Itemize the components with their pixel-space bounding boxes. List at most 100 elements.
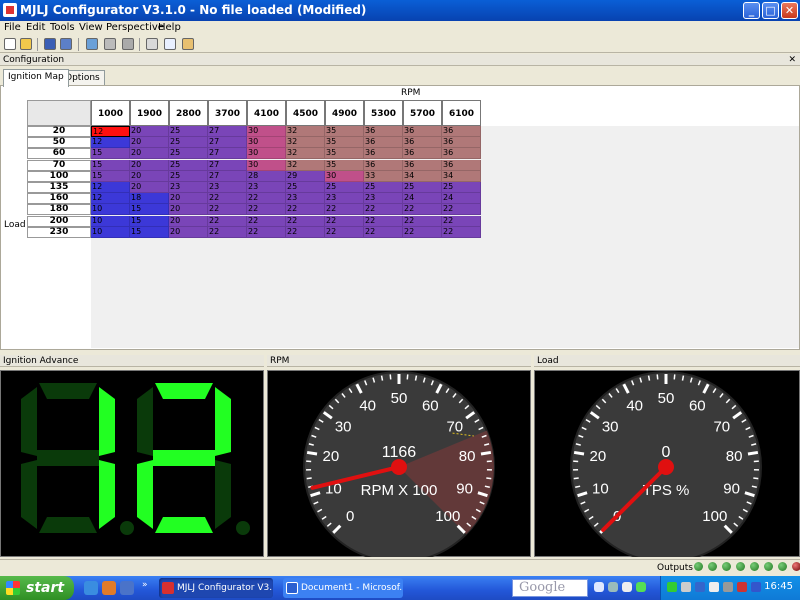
map-cell[interactable]: 22 [403, 215, 442, 227]
new-file-icon[interactable] [4, 38, 16, 50]
quick-launch-messenger-icon[interactable] [120, 581, 134, 595]
map-cell[interactable]: 12 [91, 137, 130, 149]
tray-icon[interactable] [695, 582, 705, 592]
map-cell[interactable]: 27 [208, 170, 247, 182]
menu-tools[interactable]: Tools [50, 22, 75, 33]
minimize-button[interactable]: _ [743, 2, 760, 19]
close-button[interactable]: ✕ [781, 2, 798, 19]
tray-icon[interactable] [751, 582, 761, 592]
row-header-load-100[interactable]: 100 [27, 170, 91, 182]
map-cell[interactable]: 35 [325, 159, 364, 171]
map-cell[interactable]: 10 [91, 215, 130, 227]
desktop-icon[interactable] [608, 582, 618, 592]
menu-view[interactable]: View [79, 22, 103, 33]
map-cell[interactable]: 25 [325, 182, 364, 193]
map-cell[interactable]: 27 [208, 137, 247, 149]
map-cell[interactable]: 36 [364, 159, 403, 171]
map-cell[interactable]: 36 [364, 148, 403, 160]
save-all-icon[interactable] [60, 38, 72, 50]
map-cell[interactable]: 36 [442, 137, 481, 149]
map-cell[interactable]: 36 [403, 159, 442, 171]
map-cell[interactable]: 22 [442, 204, 481, 216]
map-cell[interactable]: 25 [169, 137, 208, 149]
map-cell[interactable]: 23 [364, 193, 403, 205]
map-cell[interactable]: 15 [91, 170, 130, 182]
map-cell[interactable]: 23 [325, 193, 364, 205]
map-cell[interactable]: 15 [91, 159, 130, 171]
column-header-rpm-4900[interactable]: 4900 [325, 100, 364, 126]
map-cell[interactable]: 22 [286, 215, 325, 227]
tray-icon[interactable] [723, 582, 733, 592]
map-cell[interactable]: 22 [208, 226, 247, 238]
map-cell[interactable]: 24 [403, 193, 442, 205]
map-cell[interactable]: 22 [442, 215, 481, 227]
quick-launch-more-icon[interactable]: » [142, 580, 148, 590]
map-cell[interactable]: 22 [403, 226, 442, 238]
map-cell[interactable]: 22 [364, 204, 403, 216]
menu-edit[interactable]: Edit [26, 22, 45, 33]
map-cell[interactable]: 10 [91, 226, 130, 238]
maximize-button[interactable]: □ [762, 2, 779, 19]
map-cell[interactable]: 15 [130, 215, 169, 227]
download-icon[interactable] [104, 38, 116, 50]
settings-icon[interactable] [146, 38, 158, 50]
map-cell[interactable]: 35 [325, 126, 364, 137]
tray-icon[interactable] [681, 582, 691, 592]
map-cell[interactable]: 32 [286, 137, 325, 149]
map-cell[interactable]: 23 [169, 182, 208, 193]
map-cell[interactable]: 20 [169, 215, 208, 227]
map-cell[interactable]: 15 [130, 204, 169, 216]
task-document1[interactable]: Document1 - Microsof... [283, 578, 403, 598]
menu-file[interactable]: File [4, 22, 21, 33]
configuration-close-icon[interactable]: ✕ [788, 54, 796, 66]
map-cell[interactable]: 28 [247, 170, 286, 182]
map-cell[interactable]: 22 [325, 204, 364, 216]
map-cell[interactable]: 25 [169, 170, 208, 182]
google-search-box[interactable]: Google [512, 579, 588, 597]
map-cell[interactable]: 10 [91, 204, 130, 216]
row-header-load-230[interactable]: 230 [27, 226, 91, 238]
column-header-rpm-5300[interactable]: 5300 [364, 100, 403, 126]
map-cell[interactable]: 25 [403, 182, 442, 193]
search-go-icon[interactable] [594, 582, 604, 592]
map-cell[interactable]: 25 [169, 159, 208, 171]
open-folder-icon[interactable] [20, 38, 32, 50]
map-cell[interactable]: 20 [130, 170, 169, 182]
map-cell[interactable]: 22 [442, 226, 481, 238]
column-header-rpm-5700[interactable]: 5700 [403, 100, 442, 126]
map-cell[interactable]: 34 [403, 170, 442, 182]
tray-icon[interactable] [737, 582, 747, 592]
map-cell[interactable]: 36 [403, 137, 442, 149]
map-cell[interactable]: 30 [247, 159, 286, 171]
row-header-load-20[interactable]: 20 [27, 126, 91, 137]
map-cell[interactable]: 29 [286, 170, 325, 182]
map-cell[interactable]: 24 [442, 193, 481, 205]
map-cell[interactable]: 35 [325, 148, 364, 160]
map-cell[interactable]: 36 [442, 148, 481, 160]
map-cell[interactable]: 22 [247, 215, 286, 227]
column-header-rpm-1900[interactable]: 1900 [130, 100, 169, 126]
network-icon[interactable] [636, 582, 646, 592]
column-header-rpm-4100[interactable]: 4100 [247, 100, 286, 126]
tray-icon[interactable] [667, 582, 677, 592]
map-cell[interactable]: 36 [364, 126, 403, 137]
map-cell[interactable]: 12 [91, 182, 130, 193]
map-cell[interactable]: 25 [442, 182, 481, 193]
map-cell[interactable]: 23 [208, 182, 247, 193]
save-icon[interactable] [44, 38, 56, 50]
map-cell[interactable]: 23 [247, 182, 286, 193]
column-header-rpm-6100[interactable]: 6100 [442, 100, 481, 126]
map-cell[interactable]: 22 [208, 204, 247, 216]
map-cell[interactable]: 36 [442, 159, 481, 171]
tab-ignition-map[interactable]: Ignition Map [3, 69, 69, 87]
map-cell[interactable]: 18 [130, 193, 169, 205]
map-cell[interactable]: 32 [286, 148, 325, 160]
column-header-rpm-1000[interactable]: 1000 [91, 100, 130, 126]
map-cell[interactable]: 27 [208, 159, 247, 171]
map-cell[interactable]: 22 [403, 204, 442, 216]
map-cell[interactable]: 22 [364, 215, 403, 227]
map-cell[interactable]: 22 [208, 215, 247, 227]
wrench-icon[interactable] [182, 38, 194, 50]
map-cell[interactable]: 27 [208, 126, 247, 137]
map-cell[interactable]: 22 [364, 226, 403, 238]
